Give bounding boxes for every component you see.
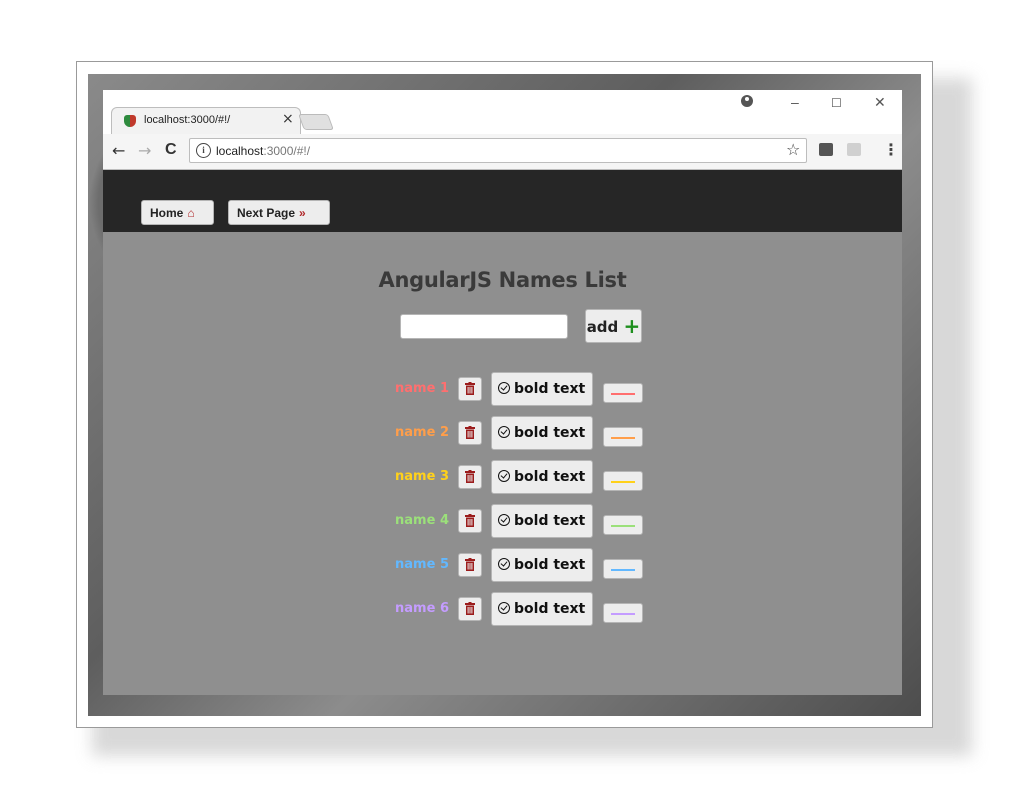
bold-text-label: bold text [514, 601, 586, 617]
delete-button[interactable] [458, 421, 482, 445]
double-chevron-right-icon: » [299, 206, 306, 220]
name-label: name 2 [395, 425, 449, 440]
color-button[interactable] [603, 471, 643, 491]
home-button[interactable]: Home ⌂ [141, 200, 214, 225]
name-input[interactable] [400, 314, 568, 339]
bold-text-label: bold text [514, 381, 586, 397]
browser-window: localhost:3000/#!/ × – ☐ ✕ ← → C i local… [103, 90, 902, 695]
list-item: name 5 bold text [103, 548, 902, 582]
bold-text-label: bold text [514, 425, 586, 441]
shield-favicon-icon [124, 115, 136, 127]
trash-icon [465, 558, 475, 571]
check-circle-icon [498, 382, 510, 394]
extension-icon[interactable] [847, 143, 861, 156]
list-item: name 4 bold text [103, 504, 902, 538]
url-text: localhost:3000/#!/ [216, 144, 310, 158]
bold-text-label: bold text [514, 557, 586, 573]
check-circle-icon [498, 514, 510, 526]
bold-text-label: bold text [514, 469, 586, 485]
trash-icon [465, 426, 475, 439]
trash-icon [465, 602, 475, 615]
check-circle-icon [498, 426, 510, 438]
address-bar[interactable]: i localhost:3000/#!/ [189, 138, 807, 163]
bold-text-button[interactable]: bold text [491, 460, 593, 494]
reload-button[interactable]: C [165, 141, 177, 159]
color-button[interactable] [603, 427, 643, 447]
bookmark-star-icon[interactable]: ☆ [786, 140, 800, 159]
trash-icon [465, 470, 475, 483]
home-label: Home [150, 206, 184, 220]
name-label: name 6 [395, 601, 449, 616]
color-swatch [611, 525, 635, 527]
color-swatch [611, 437, 635, 439]
info-icon[interactable]: i [196, 143, 211, 158]
tab-strip: localhost:3000/#!/ × – ☐ ✕ [103, 90, 902, 135]
name-label: name 1 [395, 381, 449, 396]
extension-icon[interactable] [819, 143, 833, 156]
browser-menu-icon[interactable]: ⋮ [883, 140, 899, 159]
add-label: add [586, 318, 619, 336]
bold-text-button[interactable]: bold text [491, 592, 593, 626]
color-swatch [611, 569, 635, 571]
delete-button[interactable] [458, 465, 482, 489]
bold-text-button[interactable]: bold text [491, 548, 593, 582]
trash-icon [465, 382, 475, 395]
account-icon[interactable] [741, 95, 753, 107]
list-item: name 3 bold text [103, 460, 902, 494]
back-button[interactable]: ← [112, 141, 125, 160]
new-tab-button[interactable] [298, 114, 334, 130]
list-item: name 1 bold text [103, 372, 902, 406]
color-button[interactable] [603, 383, 643, 403]
check-circle-icon [498, 602, 510, 614]
browser-toolbar: ← → C i localhost:3000/#!/ ☆ ⋮ [103, 134, 902, 170]
check-circle-icon [498, 470, 510, 482]
color-button[interactable] [603, 515, 643, 535]
forward-button[interactable]: → [138, 141, 151, 160]
top-navbar: Home ⌂ Next Page» [103, 170, 902, 232]
delete-button[interactable] [458, 597, 482, 621]
check-circle-icon [498, 558, 510, 570]
page-title: AngularJS Names List [378, 268, 627, 292]
color-button[interactable] [603, 559, 643, 579]
color-swatch [611, 613, 635, 615]
url-path: :3000/#!/ [263, 144, 311, 158]
bold-text-button[interactable]: bold text [491, 372, 593, 406]
bold-text-label: bold text [514, 513, 586, 529]
list-item: name 2 bold text [103, 416, 902, 450]
name-label: name 4 [395, 513, 449, 528]
plus-icon: + [623, 314, 641, 338]
maximize-button[interactable]: ☐ [831, 96, 842, 110]
name-label: name 3 [395, 469, 449, 484]
browser-tab[interactable]: localhost:3000/#!/ × [111, 107, 301, 135]
page-content: Home ⌂ Next Page» AngularJS Names List ad… [103, 170, 902, 695]
tab-close-icon[interactable]: × [282, 111, 294, 127]
delete-button[interactable] [458, 509, 482, 533]
trash-icon [465, 514, 475, 527]
list-item: name 6 bold text [103, 592, 902, 626]
bold-text-button[interactable]: bold text [491, 416, 593, 450]
url-host: localhost [216, 144, 264, 158]
name-label: name 5 [395, 557, 449, 572]
add-button[interactable]: add + [585, 309, 642, 343]
tab-title: localhost:3000/#!/ [144, 114, 231, 126]
color-swatch [611, 393, 635, 395]
close-window-button[interactable]: ✕ [874, 94, 886, 111]
color-button[interactable] [603, 603, 643, 623]
delete-button[interactable] [458, 377, 482, 401]
next-page-button[interactable]: Next Page» [228, 200, 330, 225]
home-icon: ⌂ [187, 206, 195, 220]
delete-button[interactable] [458, 553, 482, 577]
minimize-button[interactable]: – [791, 94, 799, 110]
color-swatch [611, 481, 635, 483]
bold-text-button[interactable]: bold text [491, 504, 593, 538]
next-page-label: Next Page [237, 206, 296, 220]
